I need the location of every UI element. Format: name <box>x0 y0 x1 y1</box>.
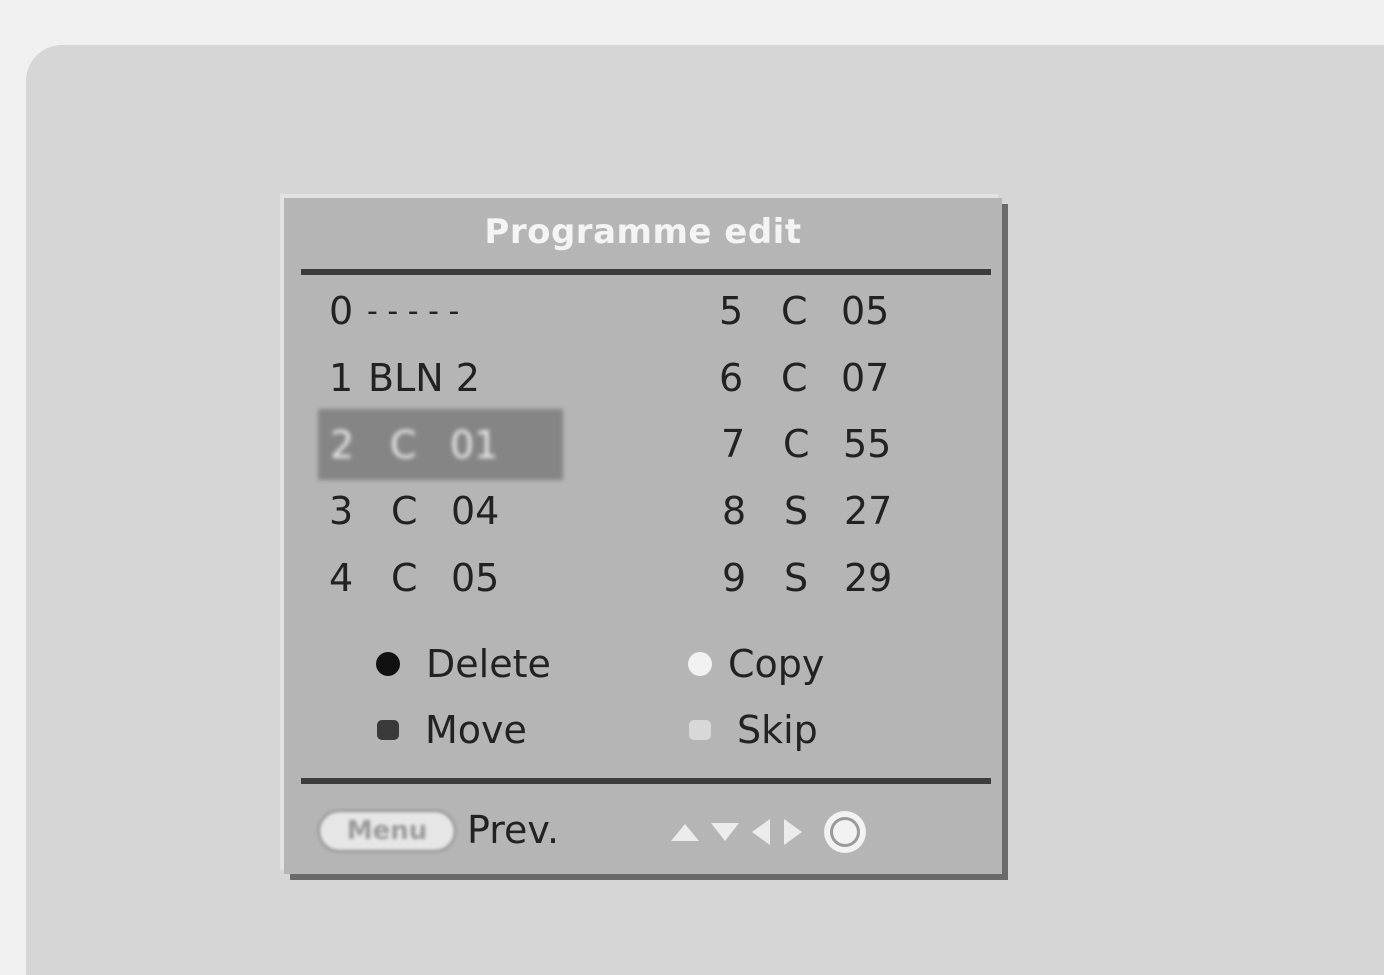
programme-number: 8 <box>722 489 747 533</box>
footer-divider <box>301 778 991 784</box>
programme-number: 0 <box>329 289 354 333</box>
programme-system: C <box>391 556 418 600</box>
programme-name: - - - - - <box>367 293 460 329</box>
legend-delete: Delete <box>376 642 551 686</box>
programme-number: 9 <box>722 556 747 600</box>
programme-system: C <box>390 422 417 467</box>
programme-number: 2 <box>330 422 355 467</box>
programme-item-6[interactable]: 6 C 07 <box>719 352 889 404</box>
programme-system: C <box>781 356 808 400</box>
left-arrow-icon <box>752 819 770 845</box>
prev-label: Prev. <box>467 808 560 852</box>
programme-channel: 07 <box>841 356 890 400</box>
programme-channel: 29 <box>844 556 893 600</box>
programme-number: 1 <box>329 356 354 400</box>
programme-item-2-selected[interactable]: 2 C 01 <box>318 409 563 480</box>
programme-item-5[interactable]: 5 C 05 <box>719 285 889 337</box>
legend-delete-label: Delete <box>426 642 551 686</box>
programme-edit-menu: Programme edit 0 - - - - - 1 BLN 2 2 C 0… <box>284 198 1002 874</box>
programme-channel: 01 <box>450 422 499 467</box>
programme-system: S <box>784 489 809 533</box>
menu-title: Programme edit <box>484 212 802 252</box>
legend-skip-label: Skip <box>737 708 818 752</box>
programme-system: C <box>391 489 418 533</box>
up-arrow-icon <box>671 824 699 841</box>
programme-system: S <box>784 556 809 600</box>
tv-screen: Programme edit 0 - - - - - 1 BLN 2 2 C 0… <box>26 45 1384 975</box>
programme-system: C <box>781 289 808 333</box>
yellow-button-icon <box>377 720 399 740</box>
programme-system: C <box>783 422 810 466</box>
ok-icon <box>824 811 866 853</box>
programme-item-1[interactable]: 1 BLN 2 <box>329 352 480 404</box>
programme-channel: 55 <box>843 422 892 466</box>
title-divider <box>301 269 991 275</box>
programme-item-8[interactable]: 8 S 27 <box>722 485 892 537</box>
programme-item-3[interactable]: 3 C 04 <box>329 485 499 537</box>
programme-item-4[interactable]: 4 C 05 <box>329 552 499 604</box>
green-button-icon <box>688 652 712 676</box>
legend-copy-label: Copy <box>728 642 825 686</box>
programme-number: 3 <box>329 489 354 533</box>
programme-item-9[interactable]: 9 S 29 <box>722 552 892 604</box>
down-arrow-icon <box>711 823 739 841</box>
navigation-hint <box>670 811 868 853</box>
programme-item-7[interactable]: 7 C 55 <box>721 418 891 470</box>
legend-skip: Skip <box>689 708 818 752</box>
programme-number: 7 <box>721 422 746 466</box>
legend-move: Move <box>377 708 527 752</box>
legend-move-label: Move <box>425 708 527 752</box>
legend-copy: Copy <box>688 642 824 686</box>
programme-number: 5 <box>719 289 744 333</box>
programme-item-0[interactable]: 0 - - - - - <box>329 285 459 337</box>
programme-channel: 05 <box>841 289 890 333</box>
programme-name: BLN 2 <box>368 356 480 400</box>
red-button-icon <box>376 652 400 676</box>
menu-key-button[interactable]: Menu <box>318 810 456 852</box>
programme-number: 6 <box>719 356 744 400</box>
programme-channel: 05 <box>451 556 500 600</box>
programme-number: 4 <box>329 556 354 600</box>
programme-channel: 27 <box>844 489 893 533</box>
programme-channel: 04 <box>451 489 500 533</box>
right-arrow-icon <box>784 819 802 845</box>
blue-button-icon <box>689 720 711 740</box>
